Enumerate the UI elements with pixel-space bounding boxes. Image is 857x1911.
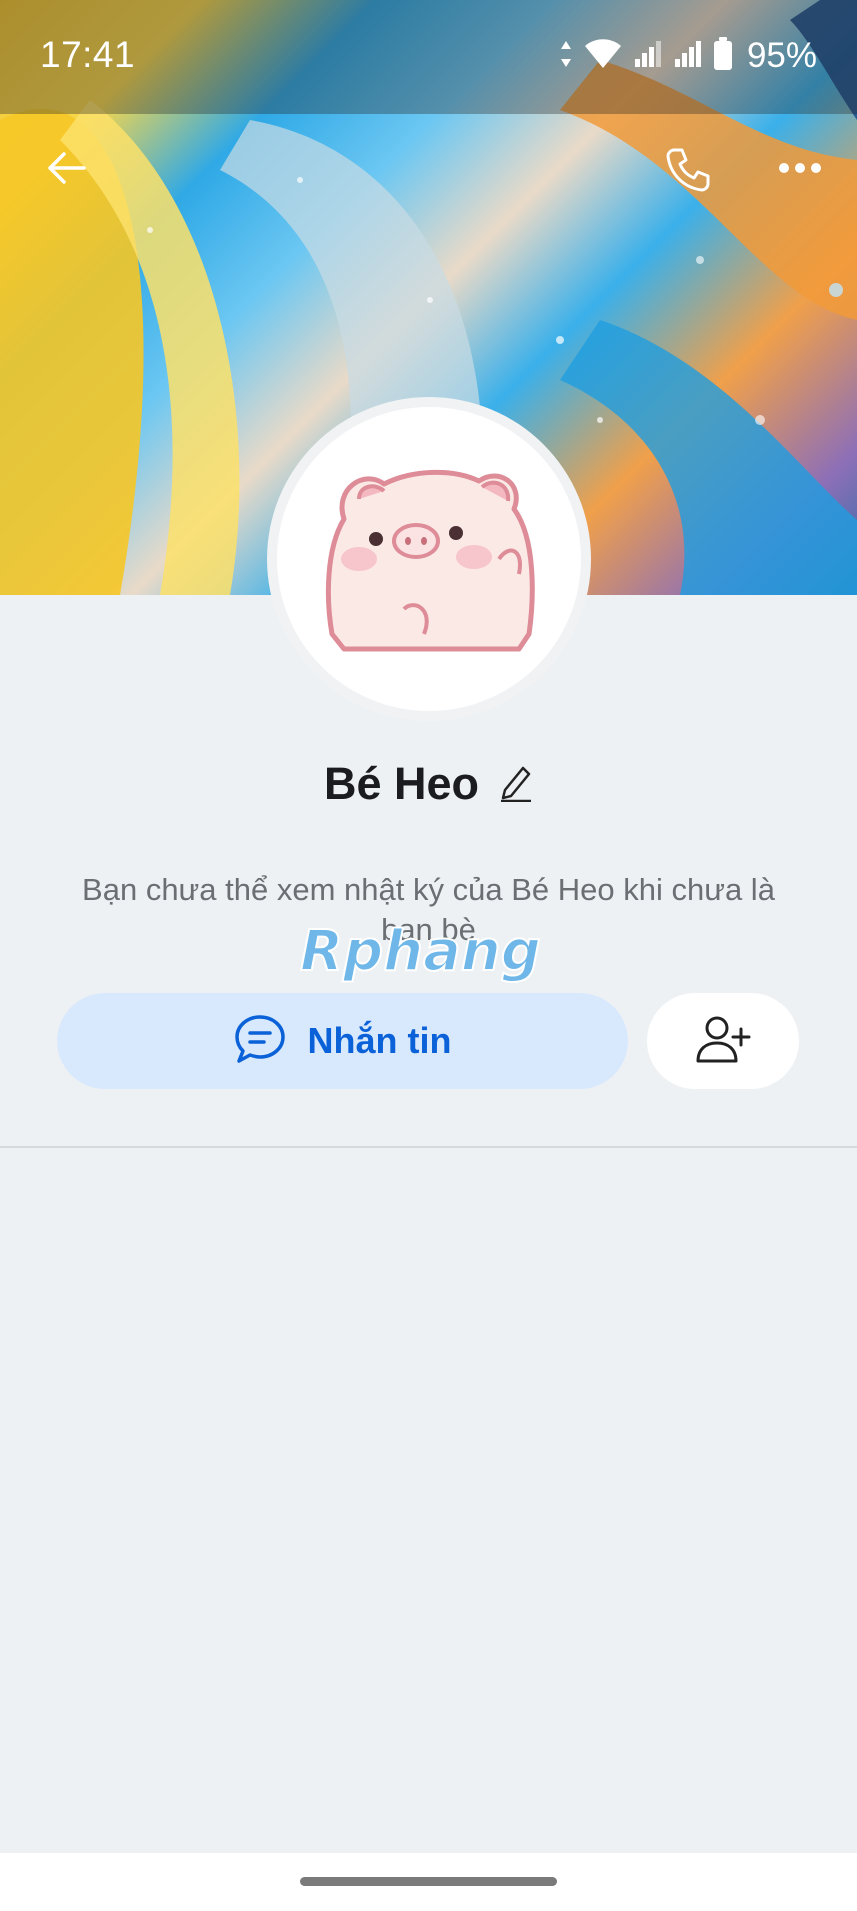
message-button[interactable]: Nhắn tin	[57, 993, 628, 1089]
battery-icon	[713, 36, 733, 76]
add-friend-button[interactable]	[647, 993, 799, 1089]
status-bar: 17:41 95%	[0, 0, 857, 114]
wifi-icon	[583, 38, 623, 75]
section-divider	[0, 1146, 857, 1148]
more-icon	[778, 161, 822, 179]
status-time: 17:41	[40, 34, 136, 75]
avatar[interactable]	[277, 407, 581, 711]
message-button-label: Nhắn tin	[307, 1020, 452, 1061]
add-friend-icon	[695, 1015, 751, 1068]
call-button[interactable]	[656, 140, 716, 200]
more-button[interactable]	[770, 140, 830, 200]
system-icons: 95%	[559, 36, 817, 76]
back-button[interactable]	[36, 140, 96, 200]
battery-percent: 95%	[746, 36, 817, 75]
back-arrow-icon	[44, 150, 88, 191]
watermark-logo: Rphang R	[299, 918, 560, 993]
profile-name: Bé Heo	[323, 758, 480, 809]
svg-text:Rphang: Rphang	[300, 919, 541, 984]
chat-bubble-icon	[234, 1014, 286, 1069]
home-indicator[interactable]	[300, 1877, 557, 1886]
pig-avatar	[325, 469, 535, 652]
avatar-ring	[267, 397, 591, 721]
pencil-icon[interactable]	[497, 762, 533, 807]
name-row: Bé Heo	[0, 758, 857, 810]
signal-icon	[633, 39, 663, 74]
signal-icon	[673, 39, 703, 74]
data-arrows-icon	[559, 39, 573, 74]
phone-icon	[662, 144, 710, 197]
